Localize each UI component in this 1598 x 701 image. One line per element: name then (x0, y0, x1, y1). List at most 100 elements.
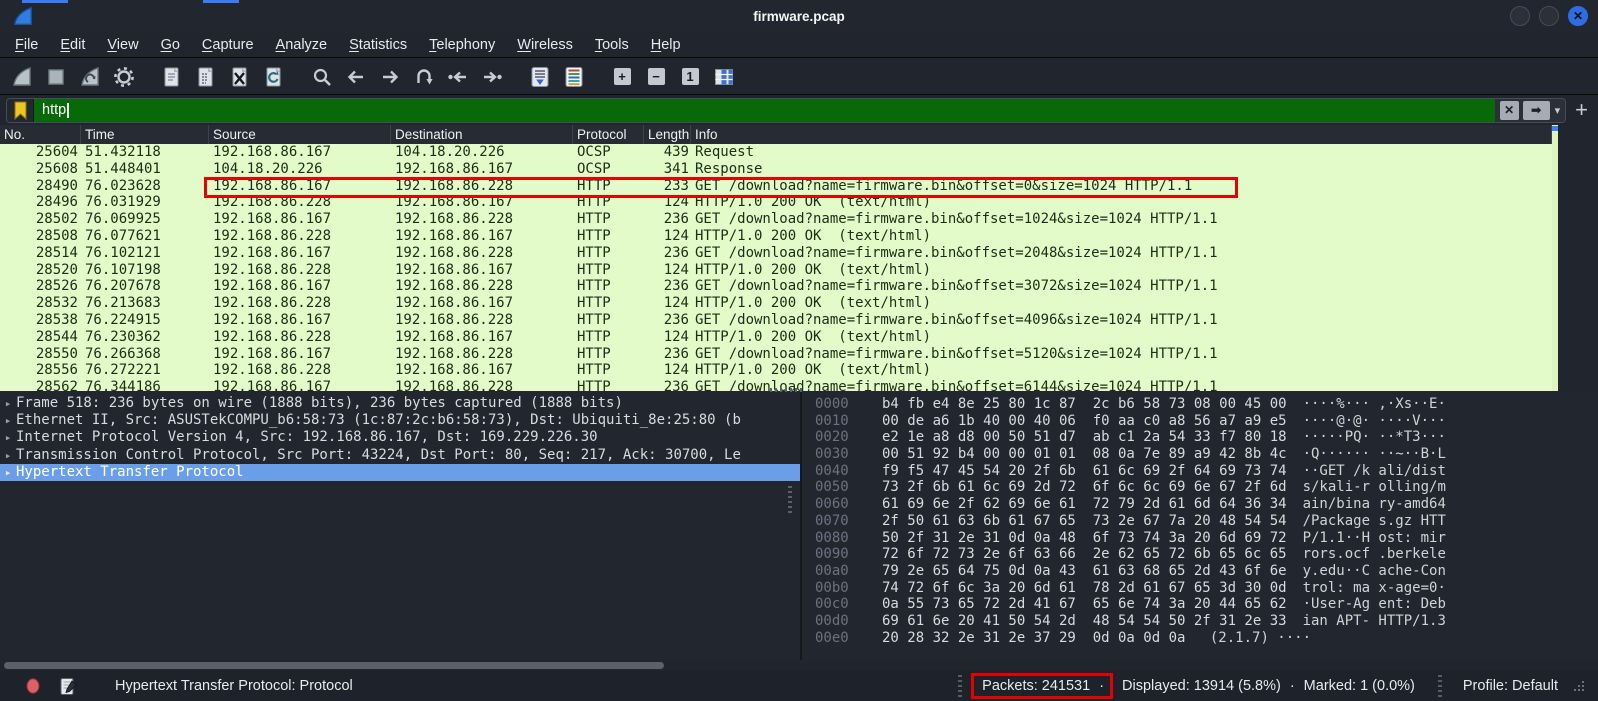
zoom-normal-icon[interactable]: 1 (676, 63, 704, 91)
resize-grip-icon[interactable] (1573, 680, 1586, 693)
hex-bytes[interactable]: 50 2f 31 2e 31 0d 0a 48 6f 73 74 3a 20 6… (882, 530, 1287, 547)
statusbar-splitter-handle[interactable] (958, 675, 962, 697)
zoom-out-icon[interactable]: − (642, 63, 670, 91)
expand-arrow-icon[interactable]: ▸ (0, 429, 16, 446)
go-forward-icon[interactable] (376, 63, 404, 91)
menu-item[interactable]: Go (150, 35, 191, 55)
menu-item[interactable]: Edit (49, 35, 96, 55)
details-horizontal-scrollbar[interactable] (4, 662, 664, 669)
detail-line[interactable]: ▸ Internet Protocol Version 4, Src: 192.… (0, 429, 800, 446)
hex-row[interactable]: 0030 00 51 92 b4 00 00 01 01 08 0a 7e 89… (802, 446, 1598, 463)
hex-row[interactable]: 00b0 74 72 6f 6c 3a 20 6d 61 78 2d 61 67… (802, 580, 1598, 597)
hex-ascii[interactable]: s/kali-r olling/m (1303, 479, 1446, 496)
detail-line[interactable]: ▸ Transmission Control Protocol, Src Por… (0, 447, 800, 464)
packet-row[interactable]: 28556 76.272221 192.168.86.228 192.168.8… (0, 362, 1552, 379)
hex-ascii[interactable]: ····%··· ,·Xs··E· (1303, 396, 1446, 413)
menu-item[interactable]: Wireless (506, 35, 584, 55)
hex-bytes[interactable]: b4 fb e4 8e 25 80 1c 87 2c b6 58 73 08 0… (882, 396, 1287, 413)
packet-row[interactable]: 28538 76.224915 192.168.86.167 192.168.8… (0, 312, 1552, 329)
hex-row[interactable]: 00c0 0a 55 73 65 72 2d 41 67 65 6e 74 3a… (802, 596, 1598, 613)
hex-row[interactable]: 00e0 20 28 32 2e 31 2e 37 29 0d 0a 0d 0a… (802, 630, 1598, 647)
hex-bytes[interactable]: 73 2f 6b 61 6c 69 2d 72 6f 6c 6c 69 6e 6… (882, 479, 1287, 496)
hex-ascii[interactable]: P/1.1··H ost: mir (1303, 530, 1446, 547)
menu-item[interactable]: Capture (191, 35, 265, 55)
go-back-icon[interactable] (342, 63, 370, 91)
hex-row[interactable]: 0040 f9 f5 47 45 54 20 2f 6b 61 6c 69 2f… (802, 463, 1598, 480)
go-first-packet-icon[interactable] (444, 63, 472, 91)
clear-filter-icon[interactable]: ✕ (1500, 101, 1519, 120)
splitter-handle[interactable] (770, 388, 804, 392)
packet-row[interactable]: 28544 76.230362 192.168.86.228 192.168.8… (0, 329, 1552, 346)
hex-row[interactable]: 00a0 79 2e 65 64 75 0d 0a 43 61 63 68 65… (802, 563, 1598, 580)
stop-capture-icon[interactable] (42, 63, 70, 91)
expand-arrow-icon[interactable]: ▸ (0, 447, 16, 464)
detail-line[interactable]: ▸ Hypertext Transfer Protocol (0, 464, 800, 481)
hex-bytes[interactable]: 20 28 32 2e 31 2e 37 29 0d 0a 0d 0a (882, 630, 1185, 647)
capture-options-icon[interactable] (110, 63, 138, 91)
column-header-source[interactable]: Source (209, 125, 391, 144)
statusbar-splitter-handle[interactable] (1438, 675, 1442, 697)
hex-bytes[interactable]: 00 de a6 1b 40 00 40 06 f0 aa c0 a8 56 a… (882, 413, 1287, 430)
bookmark-icon[interactable] (7, 99, 34, 122)
hex-bytes[interactable]: 79 2e 65 64 75 0d 0a 43 61 63 68 65 2d 4… (882, 563, 1287, 580)
column-header-info[interactable]: Info (691, 125, 1552, 144)
auto-scroll-icon[interactable] (526, 63, 554, 91)
hex-ascii[interactable]: ·User-Ag ent: Deb (1303, 596, 1446, 613)
packet-row[interactable]: 28550 76.266368 192.168.86.167 192.168.8… (0, 346, 1552, 363)
packet-row[interactable]: 28508 76.077621 192.168.86.228 192.168.8… (0, 228, 1552, 245)
hex-ascii[interactable]: ian APT- HTTP/1.3 (1303, 613, 1446, 630)
close-button[interactable]: ✕ (1568, 6, 1588, 26)
start-capture-icon[interactable] (8, 63, 36, 91)
hex-ascii[interactable]: ain/bina ry-amd64 (1303, 496, 1446, 513)
hex-row[interactable]: 0050 73 2f 6b 61 6c 69 2d 72 6f 6c 6c 69… (802, 479, 1598, 496)
packet-row[interactable]: 28526 76.207678 192.168.86.167 192.168.8… (0, 278, 1552, 295)
hex-ascii[interactable]: /Package s.gz HTT (1303, 513, 1446, 530)
splitter-handle[interactable] (788, 486, 792, 516)
hex-row[interactable]: 0020 e2 1e a8 d8 00 50 51 d7 ab c1 2a 54… (802, 429, 1598, 446)
packet-row[interactable]: 28502 76.069925 192.168.86.167 192.168.8… (0, 211, 1552, 228)
capture-comment-icon[interactable] (60, 677, 77, 696)
find-packet-icon[interactable] (308, 63, 336, 91)
hex-ascii[interactable]: (2.1.7) ···· (1201, 630, 1311, 647)
menu-item[interactable]: Telephony (418, 35, 506, 55)
column-header-destination[interactable]: Destination (391, 125, 573, 144)
packet-row[interactable]: 28514 76.102121 192.168.86.167 192.168.8… (0, 245, 1552, 262)
resize-columns-icon[interactable] (710, 63, 738, 91)
menu-item[interactable]: Tools (584, 35, 640, 55)
detail-line[interactable]: ▸ Frame 518: 236 bytes on wire (1888 bit… (0, 395, 800, 412)
hex-ascii[interactable]: rors.ocf .berkele (1303, 546, 1446, 563)
expand-arrow-icon[interactable]: ▸ (0, 412, 16, 429)
menu-item[interactable]: Analyze (265, 35, 339, 55)
hex-bytes[interactable]: 00 51 92 b4 00 00 01 01 08 0a 7e 89 a9 4… (882, 446, 1287, 463)
display-filter-input[interactable]: http (34, 99, 1495, 122)
go-last-packet-icon[interactable] (478, 63, 506, 91)
menu-item[interactable]: Help (640, 35, 692, 55)
hex-bytes[interactable]: 69 61 6e 20 41 50 54 2d 48 54 54 50 2f 3… (882, 613, 1287, 630)
menu-item[interactable]: File (4, 35, 49, 55)
packet-row[interactable]: 25608 51.448401 104.18.20.226 192.168.86… (0, 161, 1552, 178)
packet-list-scrollbar[interactable] (1552, 125, 1558, 391)
hex-bytes[interactable]: 72 6f 72 73 2e 6f 63 66 2e 62 65 72 6b 6… (882, 546, 1287, 563)
hex-bytes[interactable]: 2f 50 61 63 6b 61 67 65 73 2e 67 7a 20 4… (882, 513, 1287, 530)
hex-row[interactable]: 0060 61 69 6e 2f 62 69 6e 61 72 79 2d 61… (802, 496, 1598, 513)
hex-ascii[interactable]: ·Q······ ··~··B·L (1303, 446, 1446, 463)
detail-line[interactable]: ▸ Ethernet II, Src: ASUSTekCOMPU_b6:58:7… (0, 412, 800, 429)
packet-row[interactable]: 25604 51.432118 192.168.86.167 104.18.20… (0, 144, 1552, 161)
hex-row[interactable]: 0080 50 2f 31 2e 31 0d 0a 48 6f 73 74 3a… (802, 530, 1598, 547)
close-file-icon[interactable] (226, 63, 254, 91)
packet-row[interactable]: 28520 76.107198 192.168.86.228 192.168.8… (0, 262, 1552, 279)
hex-row[interactable]: 00d0 69 61 6e 20 41 50 54 2d 48 54 54 50… (802, 613, 1598, 630)
hex-ascii[interactable]: ·····PQ· ··*T3··· (1303, 429, 1446, 446)
hex-bytes[interactable]: 0a 55 73 65 72 2d 41 67 65 6e 74 3a 20 4… (882, 596, 1287, 613)
zoom-in-icon[interactable]: + (608, 63, 636, 91)
open-file-icon[interactable] (158, 63, 186, 91)
colorize-icon[interactable] (560, 63, 588, 91)
hex-row[interactable]: 0090 72 6f 72 73 2e 6f 63 66 2e 62 65 72… (802, 546, 1598, 563)
column-header-no[interactable]: No. (0, 125, 81, 144)
hex-row[interactable]: 0070 2f 50 61 63 6b 61 67 65 73 2e 67 7a… (802, 513, 1598, 530)
hex-bytes[interactable]: f9 f5 47 45 54 20 2f 6b 61 6c 69 2f 64 6… (882, 463, 1287, 480)
column-header-protocol[interactable]: Protocol (573, 125, 644, 144)
hex-bytes[interactable]: 61 69 6e 2f 62 69 6e 61 72 79 2d 61 6d 6… (882, 496, 1287, 513)
packet-row[interactable]: 28490 76.023628 192.168.86.167 192.168.8… (0, 178, 1552, 195)
packet-row[interactable]: 28532 76.213683 192.168.86.228 192.168.8… (0, 295, 1552, 312)
